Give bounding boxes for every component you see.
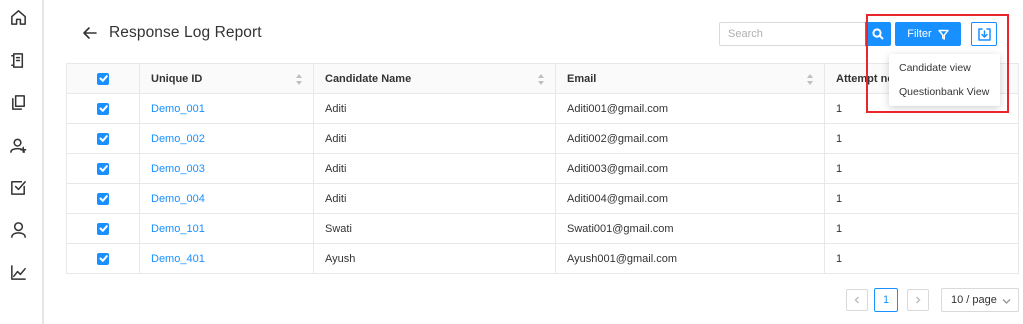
email-cell: Aditi003@gmail.com (555, 154, 824, 183)
next-page-button[interactable] (907, 289, 929, 311)
sort-icon[interactable] (538, 74, 544, 85)
unique-id-link[interactable]: Demo_401 (151, 253, 205, 265)
row-checkbox[interactable] (97, 252, 109, 265)
email-cell: Aditi001@gmail.com (555, 94, 824, 123)
page-title: Response Log Report (109, 24, 262, 41)
filter-button-label: Filter (907, 28, 932, 40)
unique-id-cell: Demo_003 (139, 154, 313, 183)
header-select-cell (66, 64, 139, 93)
chevron-down-icon (1002, 299, 1011, 304)
candidate-name-cell: Swati (313, 214, 555, 243)
column-header-email[interactable]: Email (555, 64, 824, 93)
candidate-name-cell: Aditi (313, 154, 555, 183)
chevron-left-icon (854, 296, 860, 304)
column-label: Attempt no (836, 72, 895, 85)
copy-icon[interactable] (8, 92, 28, 112)
filter-button[interactable]: Filter (895, 22, 961, 46)
row-select-cell (66, 244, 139, 273)
sidebar-nav (0, 0, 44, 324)
candidate-name-cell: Aditi (313, 124, 555, 153)
download-icon (977, 27, 991, 41)
row-checkbox[interactable] (97, 192, 109, 205)
attempt-cell: 1 (824, 124, 1019, 153)
unique-id-link[interactable]: Demo_003 (151, 163, 205, 175)
page-size-select[interactable]: 10 / page (941, 288, 1019, 312)
download-button[interactable] (971, 22, 997, 46)
report-icon[interactable] (8, 50, 28, 70)
sort-icon[interactable] (296, 74, 302, 85)
table-row: Demo_101 Swati Swati001@gmail.com 1 (66, 214, 1019, 244)
table-row: Demo_003 Aditi Aditi003@gmail.com 1 (66, 154, 1019, 184)
search-input[interactable] (719, 22, 865, 46)
attempt-cell: 1 (824, 214, 1019, 243)
table-header-row: Unique ID Candidate Name Email Attempt n… (66, 63, 1019, 94)
attempt-cell: 1 (824, 154, 1019, 183)
search-icon (872, 28, 884, 40)
row-checkbox[interactable] (97, 222, 109, 235)
unique-id-cell: Demo_004 (139, 184, 313, 213)
table-row: Demo_002 Aditi Aditi002@gmail.com 1 (66, 124, 1019, 154)
page-size-value: 10 / page (951, 294, 997, 306)
row-checkbox[interactable] (97, 102, 109, 115)
unique-id-link[interactable]: Demo_001 (151, 103, 205, 115)
unique-id-link[interactable]: Demo_002 (151, 133, 205, 145)
back-arrow-icon[interactable] (82, 25, 100, 43)
unique-id-cell: Demo_002 (139, 124, 313, 153)
unique-id-cell: Demo_401 (139, 244, 313, 273)
user-icon[interactable] (8, 219, 28, 239)
table-row: Demo_401 Ayush Ayush001@gmail.com 1 (66, 244, 1019, 274)
column-header-candidate-name[interactable]: Candidate Name (313, 64, 555, 93)
checkbox-icon[interactable] (8, 177, 28, 197)
email-cell: Aditi004@gmail.com (555, 184, 824, 213)
search-button[interactable] (865, 22, 891, 46)
unique-id-link[interactable]: Demo_004 (151, 193, 205, 205)
candidate-name-cell: Ayush (313, 244, 555, 273)
chart-icon[interactable] (8, 262, 28, 282)
column-label: Candidate Name (325, 72, 412, 85)
select-all-checkbox[interactable] (97, 72, 109, 85)
row-select-cell (66, 124, 139, 153)
add-user-icon[interactable] (8, 135, 28, 155)
row-select-cell (66, 214, 139, 243)
sort-icon[interactable] (807, 74, 813, 85)
filter-dropdown-menu: Candidate view Questionbank View (889, 54, 1000, 106)
email-cell: Ayush001@gmail.com (555, 244, 824, 273)
candidate-name-cell: Aditi (313, 94, 555, 123)
email-cell: Swati001@gmail.com (555, 214, 824, 243)
attempt-cell: 1 (824, 184, 1019, 213)
column-label: Email (567, 72, 597, 85)
email-cell: Aditi002@gmail.com (555, 124, 824, 153)
attempt-cell: 1 (824, 244, 1019, 273)
column-label: Unique ID (151, 72, 203, 85)
page-number-current[interactable]: 1 (874, 288, 898, 312)
row-checkbox[interactable] (97, 162, 109, 175)
row-checkbox[interactable] (97, 132, 109, 145)
chevron-right-icon (915, 296, 921, 304)
menu-item-candidate-view[interactable]: Candidate view (889, 56, 1000, 80)
menu-item-questionbank-view[interactable]: Questionbank View (889, 80, 1000, 104)
row-select-cell (66, 184, 139, 213)
prev-page-button[interactable] (846, 289, 868, 311)
column-header-unique-id[interactable]: Unique ID (139, 64, 313, 93)
table-row: Demo_001 Aditi Aditi001@gmail.com 1 (66, 94, 1019, 124)
candidate-name-cell: Aditi (313, 184, 555, 213)
row-select-cell (66, 94, 139, 123)
row-select-cell (66, 154, 139, 183)
home-icon[interactable] (8, 7, 28, 27)
unique-id-link[interactable]: Demo_101 (151, 223, 205, 235)
table-row: Demo_004 Aditi Aditi004@gmail.com 1 (66, 184, 1019, 214)
unique-id-cell: Demo_101 (139, 214, 313, 243)
unique-id-cell: Demo_001 (139, 94, 313, 123)
response-log-table: Unique ID Candidate Name Email Attempt n… (66, 63, 1019, 274)
filter-icon (938, 29, 949, 40)
